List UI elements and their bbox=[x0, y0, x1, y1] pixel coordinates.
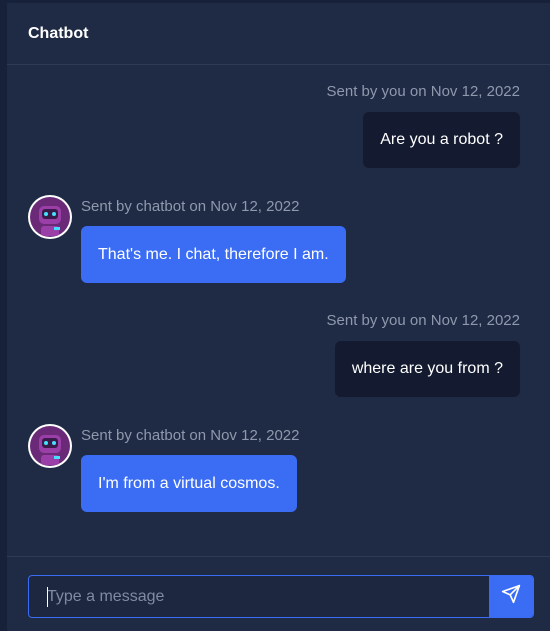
message-meta: Sent by chatbot on Nov 12, 2022 bbox=[81, 427, 300, 444]
chat-header: Chatbot bbox=[7, 3, 550, 65]
message-meta: Sent by you on Nov 12, 2022 bbox=[326, 83, 520, 100]
user-message-bubble: where are you from ? bbox=[334, 341, 520, 397]
chat-title: Chatbot bbox=[28, 25, 89, 42]
message-meta: Sent by you on Nov 12, 2022 bbox=[326, 312, 520, 329]
message-input-wrapper bbox=[28, 575, 534, 618]
send-button[interactable] bbox=[489, 576, 533, 617]
message-meta: Sent by chatbot on Nov 12, 2022 bbox=[81, 198, 300, 215]
bot-message-bubble: I'm from a virtual cosmos. bbox=[81, 455, 297, 512]
user-message-bubble: Are you a robot ? bbox=[363, 112, 520, 168]
message-list[interactable]: Sent by you on Nov 12, 2022 Are you a ro… bbox=[7, 66, 550, 556]
window-edge-left bbox=[0, 0, 7, 631]
robot-avatar-icon bbox=[28, 195, 72, 239]
message-input[interactable] bbox=[29, 576, 490, 617]
send-icon bbox=[501, 584, 521, 609]
composer bbox=[7, 556, 550, 631]
bot-message-bubble: That's me. I chat, therefore I am. bbox=[81, 226, 346, 283]
chat-window: Chatbot Sent by you on Nov 12, 2022 Are … bbox=[7, 3, 550, 631]
text-caret bbox=[47, 587, 48, 607]
robot-avatar-icon bbox=[28, 424, 72, 468]
